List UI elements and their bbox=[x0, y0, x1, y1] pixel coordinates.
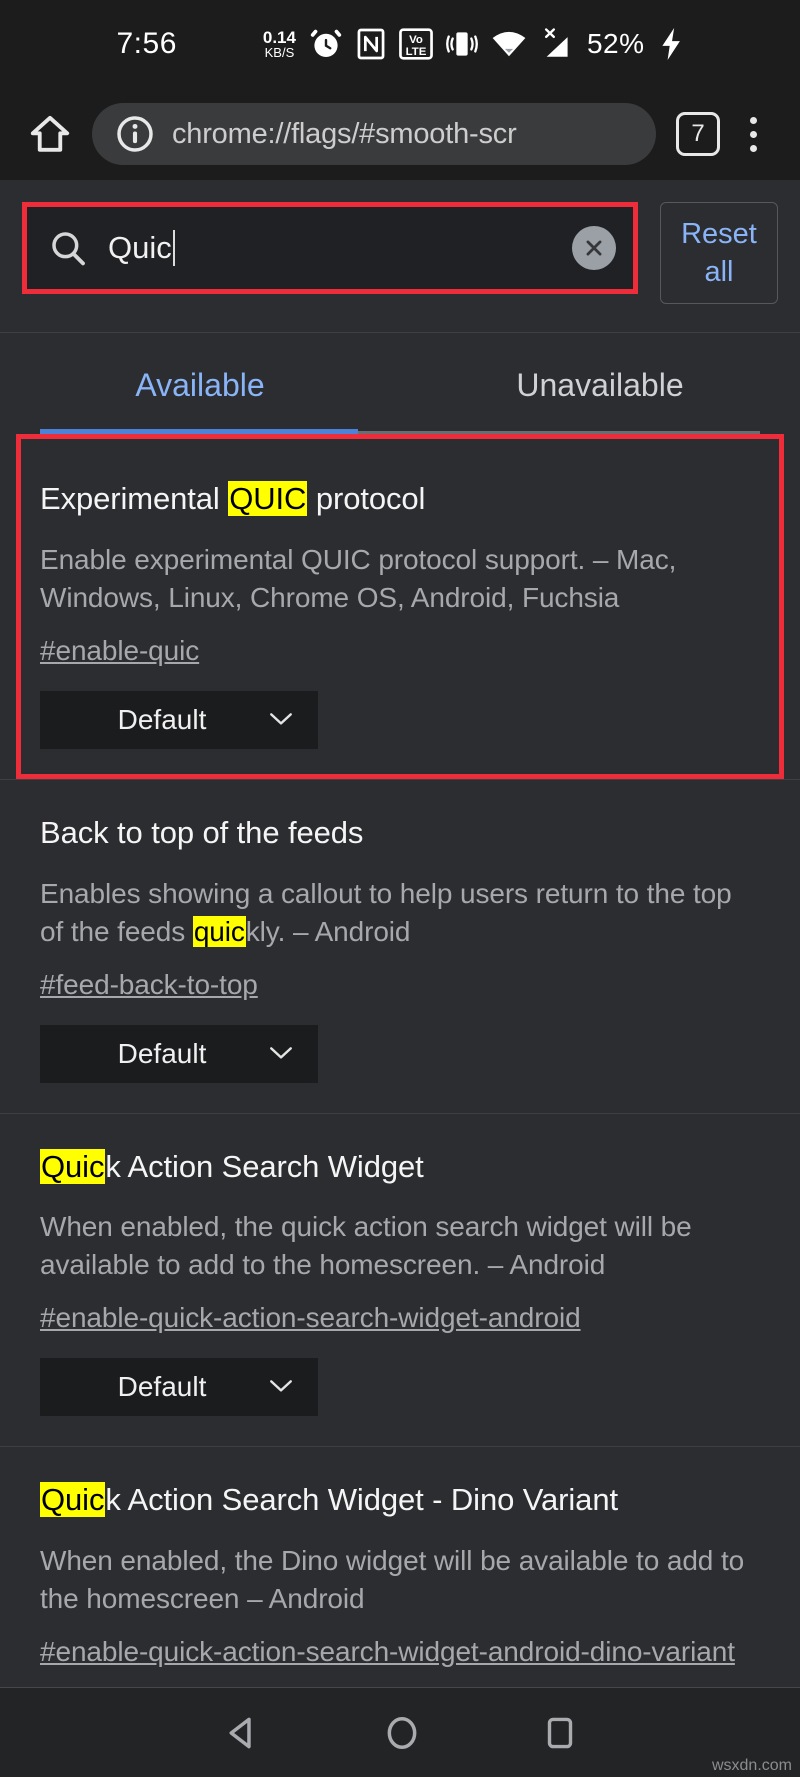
close-circle-icon bbox=[586, 240, 602, 256]
more-vert-icon-dot bbox=[749, 116, 757, 124]
svg-text:LTE: LTE bbox=[406, 46, 427, 58]
flags-list: Experimental QUIC protocol Enable experi… bbox=[0, 434, 800, 1777]
flag-entry: Back to top of the feeds Enables showing… bbox=[0, 778, 800, 1113]
flag-id-link[interactable]: #feed-back-to-top bbox=[40, 969, 760, 1001]
android-status-bar: 7:56 0.14 KB/S Vo LTE 52% bbox=[0, 0, 800, 88]
flag-state-value: Default bbox=[117, 1371, 207, 1403]
info-circle-icon[interactable] bbox=[116, 115, 154, 153]
search-match-highlight: Quic bbox=[40, 1148, 106, 1184]
android-nav-bar: wsxdn.com bbox=[0, 1687, 800, 1777]
battery-percent: 52% bbox=[586, 28, 645, 59]
tab-count-label: 7 bbox=[691, 120, 705, 147]
omnibox-url-text: chrome://flags/#smooth-scr bbox=[172, 117, 517, 150]
square-recents-icon[interactable] bbox=[543, 1714, 577, 1752]
text-caret bbox=[172, 230, 175, 266]
flag-title: Quick Action Search Widget bbox=[40, 1148, 424, 1184]
flags-search-row: Quic Reset all bbox=[0, 180, 800, 304]
search-match-highlight: QUIC bbox=[228, 481, 308, 516]
flags-tab-strip: Available Unavailable bbox=[0, 332, 800, 434]
triangle-back-icon[interactable] bbox=[223, 1714, 261, 1752]
flag-title: Back to top of the feeds bbox=[40, 814, 364, 850]
phone-screen: 7:56 0.14 KB/S Vo LTE 52% chrome://flags… bbox=[0, 0, 800, 1777]
search-input[interactable]: Quic bbox=[22, 202, 638, 294]
flag-state-value: Default bbox=[117, 1037, 207, 1069]
flag-id-link[interactable]: #enable-quick-action-search-widget-andro… bbox=[40, 1302, 760, 1334]
alarm-clock-icon bbox=[310, 29, 342, 58]
cellular-signal-off-icon bbox=[544, 28, 568, 57]
flag-state-select[interactable]: Default bbox=[40, 1358, 318, 1417]
net-speed-value: 0.14 bbox=[262, 28, 296, 47]
net-speed-icon: 0.14 KB/S bbox=[263, 29, 296, 59]
tab-unavailable[interactable]: Unavailable bbox=[400, 333, 800, 434]
browser-toolbar: chrome://flags/#smooth-scr 7 bbox=[0, 88, 800, 180]
status-clock: 7:56 bbox=[116, 27, 177, 60]
search-match-highlight: quic bbox=[192, 915, 246, 947]
more-vert-icon-dot bbox=[749, 144, 757, 152]
more-vert-icon-dot bbox=[749, 130, 757, 138]
volte-icon: Vo LTE bbox=[399, 28, 433, 60]
flag-title: Quick Action Search Widget - Dino Varian… bbox=[40, 1482, 618, 1518]
flag-description: Enable experimental QUIC protocol suppor… bbox=[40, 543, 677, 613]
omnibox[interactable]: chrome://flags/#smooth-scr bbox=[92, 103, 656, 165]
flag-description: When enabled, the Dino widget will be av… bbox=[40, 1545, 745, 1614]
browser-menu-button[interactable] bbox=[728, 106, 778, 162]
chevron-down-icon bbox=[270, 1046, 292, 1059]
reset-all-button[interactable]: Reset all bbox=[660, 202, 778, 304]
home-icon bbox=[30, 115, 70, 152]
circle-home-icon[interactable] bbox=[383, 1714, 421, 1752]
tab-available[interactable]: Available bbox=[0, 333, 400, 434]
search-icon bbox=[52, 232, 85, 266]
chevron-down-icon bbox=[270, 1380, 292, 1392]
watermark: wsxdn.com bbox=[711, 1757, 792, 1774]
svg-text:Vo: Vo bbox=[409, 34, 423, 46]
flag-entry: Quick Action Search Widget When enabled,… bbox=[0, 1112, 800, 1447]
battery-charging-icon bbox=[661, 28, 680, 60]
nfc-icon bbox=[357, 28, 385, 60]
search-match-highlight: Quic bbox=[40, 1482, 106, 1518]
flag-description: Enables showing a callout to help users … bbox=[40, 877, 732, 947]
net-speed-unit: KB/S bbox=[264, 45, 295, 60]
status-icon-group: 0.14 KB/S Vo LTE 52% bbox=[263, 27, 684, 61]
flag-state-value: Default bbox=[117, 703, 207, 735]
tab-switcher-button[interactable]: 7 bbox=[676, 112, 720, 156]
flag-description: When enabled, the quick action search wi… bbox=[40, 1211, 692, 1281]
vibrate-icon bbox=[446, 32, 478, 56]
search-input-value: Quic bbox=[108, 230, 552, 266]
flag-state-select[interactable]: Default bbox=[40, 1024, 318, 1083]
flags-page: Quic Reset all Available Unavailable Exp… bbox=[0, 180, 800, 1750]
clear-search-button[interactable] bbox=[572, 226, 616, 270]
flag-entry: Experimental QUIC protocol Enable experi… bbox=[0, 434, 800, 779]
flag-id-link[interactable]: #enable-quick-action-search-widget-andro… bbox=[40, 1636, 760, 1668]
home-button[interactable] bbox=[22, 106, 78, 162]
chevron-down-icon bbox=[270, 712, 292, 725]
flag-title: Experimental QUIC protocol bbox=[40, 481, 426, 516]
flag-state-select[interactable]: Default bbox=[40, 690, 318, 749]
search-field-wrapper: Quic bbox=[22, 202, 638, 294]
flag-id-link[interactable]: #enable-quic bbox=[40, 635, 760, 667]
wifi-icon bbox=[492, 31, 526, 57]
